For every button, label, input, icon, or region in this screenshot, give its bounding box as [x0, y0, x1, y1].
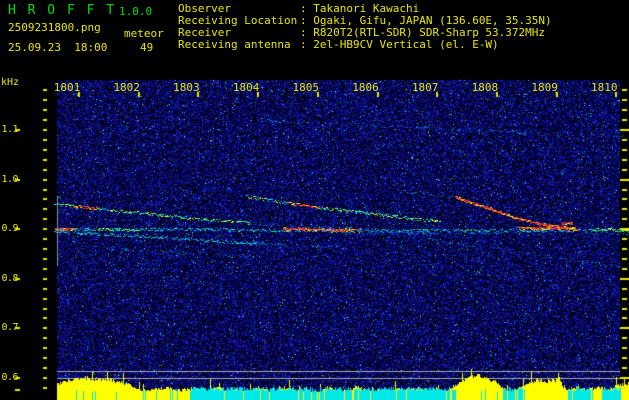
- time-tick-label: 1804: [232, 81, 260, 94]
- freq-tick-label: 0.8: [1, 272, 18, 284]
- time-tick-label: 1806: [352, 81, 379, 94]
- info-row-receiving-antenna: Receiving antenna: 2el-HB9CV Vertical (e…: [178, 38, 499, 51]
- freq-tick-label: 1.1: [1, 124, 18, 135]
- freq-tick-label: 1.0: [1, 173, 18, 185]
- freq-axis-unit: kHz: [1, 77, 20, 88]
- freq-tick-label: 0.7: [1, 322, 18, 334]
- time-tick-label: 1809: [531, 81, 558, 94]
- time-tick-label: 1803: [173, 81, 200, 94]
- time-tick-label: 1805: [292, 81, 320, 94]
- app-title: H R O F F T: [8, 3, 117, 18]
- datetime-label: 25.09.23 18:00: [8, 41, 108, 54]
- freq-tick-label: 0.6: [1, 372, 18, 383]
- time-tick-label: 1802: [113, 81, 140, 94]
- time-tick-label: 1801: [53, 81, 81, 94]
- echo-count: 49: [140, 41, 154, 54]
- hrofft-window: H R O F F T 1.0.0 2509231800.png meteor …: [0, 0, 629, 400]
- freq-tick-label: 0.9: [1, 223, 18, 235]
- time-tick-label: 1810: [591, 81, 618, 94]
- output-filename: 2509231800.png: [8, 21, 101, 34]
- spectrogram-canvas: [0, 0, 629, 400]
- time-tick-label: 1807: [411, 81, 439, 94]
- time-tick-label: 1808: [471, 81, 499, 94]
- app-version: 1.0.0: [119, 5, 153, 18]
- mode-label: meteor: [124, 27, 164, 40]
